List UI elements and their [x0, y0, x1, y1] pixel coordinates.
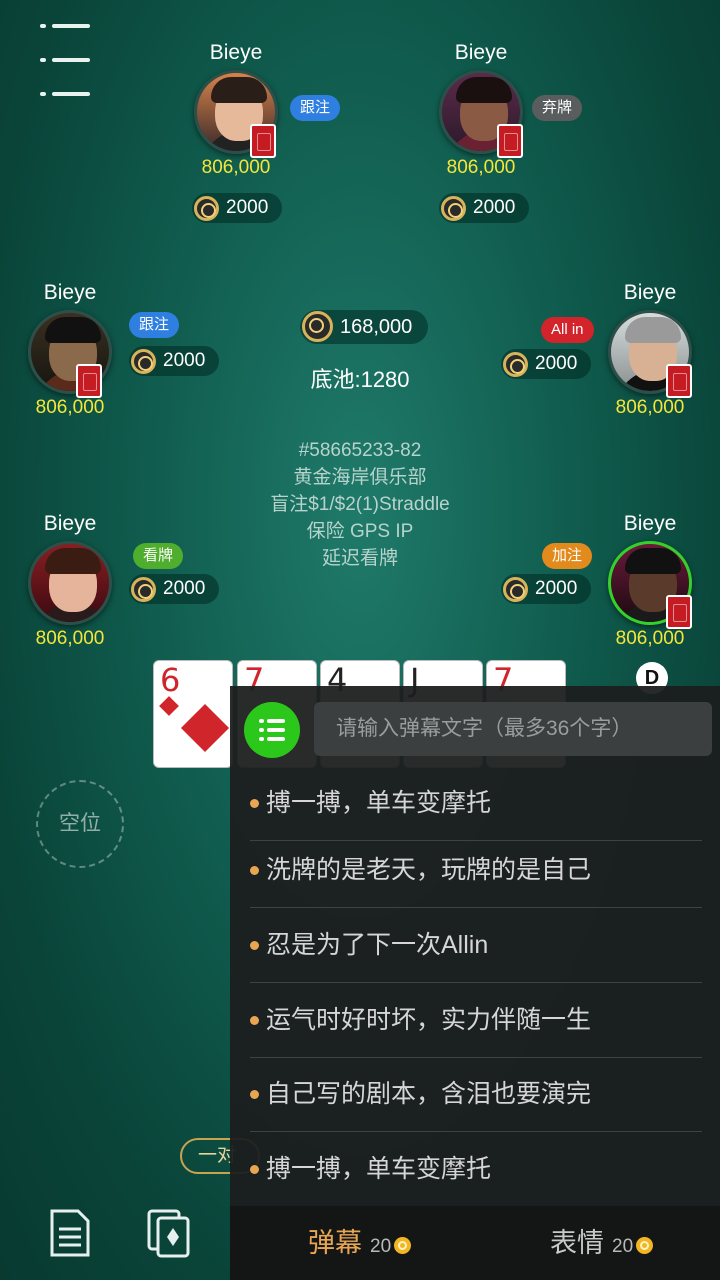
hole-card-icon	[76, 364, 102, 398]
action-badge: 跟注	[290, 95, 341, 121]
action-badge: 弃牌	[532, 95, 583, 121]
preset-phrase[interactable]: 运气时好时坏，实力伴随一生	[250, 983, 702, 1058]
chip-icon	[503, 352, 528, 377]
avatar[interactable]	[28, 541, 112, 625]
club-name: 黄金海岸俱乐部	[293, 467, 427, 488]
action-badge: All in	[541, 317, 594, 343]
hole-card-icon	[666, 595, 692, 629]
chip-icon	[194, 196, 219, 221]
player-chips: 806,000	[35, 628, 105, 649]
chip-icon	[503, 577, 528, 602]
danmaku-panel: 请输入弹幕文字（最多36个字） 搏一搏，单车变摩托 洗牌的是老天，玩牌的是自己 …	[230, 686, 720, 1280]
tab-emoji[interactable]: 表情 20	[550, 1206, 654, 1280]
player-name: Bieye	[623, 512, 677, 535]
room-info: #58665233-82 黄金海岸俱乐部 盲注$1/$2(1)Straddle …	[200, 437, 520, 572]
player-chips: 806,000	[615, 397, 685, 418]
hole-card-icon	[666, 364, 692, 398]
bet-amount: 2000	[439, 193, 530, 223]
coin-icon	[394, 1237, 412, 1254]
tab-danmaku[interactable]: 弹幕 20	[308, 1206, 412, 1280]
preset-phrase[interactable]: 洗牌的是老天，玩牌的是自己	[250, 833, 702, 908]
action-badge: 加注	[542, 543, 593, 569]
record-icon[interactable]	[48, 1208, 92, 1258]
player-seat[interactable]: Bieye 806,000	[176, 40, 296, 180]
action-badge: 跟注	[129, 312, 180, 338]
diamond-icon	[180, 703, 230, 753]
player-chips: 806,000	[615, 628, 685, 649]
action-badge: 看牌	[133, 543, 184, 569]
player-name: Bieye	[43, 512, 97, 535]
blinds-info: 盲注$1/$2(1)Straddle	[270, 494, 450, 515]
chip-icon	[131, 349, 156, 374]
preset-phrase[interactable]: 搏一搏，单车变摩托	[250, 766, 702, 841]
player-chips: 806,000	[201, 157, 271, 178]
chip-icon	[302, 311, 333, 342]
empty-seat[interactable]: 空位	[36, 780, 124, 868]
board-card: 6	[153, 660, 233, 768]
bet-amount: 2000	[501, 574, 592, 604]
danmaku-header: 请输入弹幕文字（最多36个字）	[230, 686, 720, 774]
pot-total: 168,000	[300, 310, 429, 344]
player-seat[interactable]: Bieye 806,000	[421, 40, 541, 180]
player-seat[interactable]: Bieye 806,000	[10, 280, 130, 420]
player-seat[interactable]: Bieye 806,000	[590, 511, 710, 651]
hole-card-icon	[250, 124, 276, 158]
bet-amount: 2000	[192, 193, 283, 223]
preset-phrase[interactable]: 搏一搏，单车变摩托	[250, 1132, 702, 1207]
hole-card-icon	[497, 124, 523, 158]
menu-icon[interactable]	[40, 22, 90, 96]
chip-icon	[131, 577, 156, 602]
danmaku-input[interactable]: 请输入弹幕文字（最多36个字）	[314, 702, 712, 756]
cards-icon[interactable]	[146, 1208, 190, 1258]
features-info: 保险 GPS IP	[306, 521, 414, 542]
player-name: Bieye	[623, 281, 677, 304]
player-seat[interactable]: Bieye 806,000	[10, 511, 130, 651]
player-name: Bieye	[454, 41, 508, 64]
pot-label: 底池:1280	[310, 367, 410, 392]
diamond-icon	[159, 696, 179, 716]
delay-info: 延迟看牌	[321, 548, 398, 569]
bet-amount: 2000	[129, 346, 220, 376]
bet-amount: 2000	[129, 574, 220, 604]
room-id: #58665233-82	[298, 440, 422, 461]
player-seat[interactable]: Bieye 806,000	[590, 280, 710, 420]
player-chips: 806,000	[35, 397, 105, 418]
preset-phrase[interactable]: 自己写的剧本，含泪也要演完	[250, 1057, 702, 1132]
panel-tabs: 弹幕 20 表情 20	[230, 1206, 720, 1280]
bet-amount: 2000	[501, 349, 592, 379]
chip-icon	[441, 196, 466, 221]
list-icon[interactable]	[244, 702, 300, 758]
player-name: Bieye	[43, 281, 97, 304]
preset-phrase[interactable]: 忍是为了下一次Allin	[250, 908, 702, 983]
player-name: Bieye	[209, 41, 263, 64]
player-chips: 806,000	[446, 157, 516, 178]
coin-icon	[636, 1237, 654, 1254]
